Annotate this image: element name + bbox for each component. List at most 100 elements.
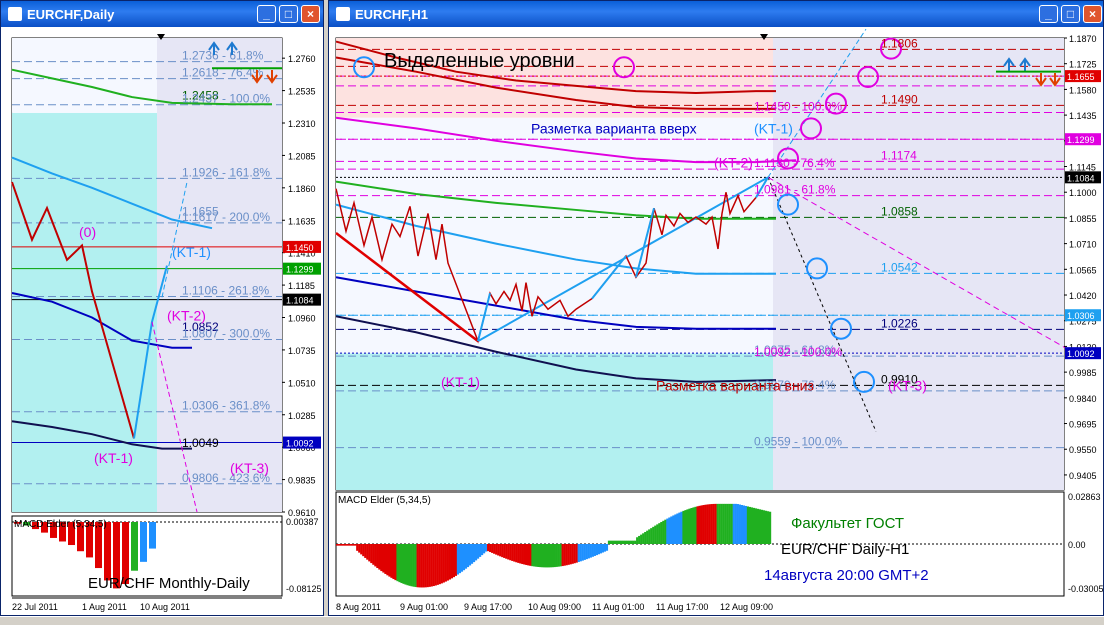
daily-window-title: EURCHF,Daily	[27, 7, 115, 22]
y-tick-label: 1.1725	[1069, 60, 1097, 70]
macd-bar	[523, 544, 526, 565]
macd-bar	[458, 544, 462, 574]
macd-bar	[660, 521, 663, 544]
macd-bar	[704, 504, 707, 544]
macd-bar	[680, 511, 683, 544]
x-tick-label: 11 Aug 17:00	[656, 602, 708, 612]
macd-bar	[599, 544, 603, 554]
macd-bar	[390, 544, 393, 578]
x-tick-label: 9 Aug 17:00	[464, 602, 512, 612]
macd-bar	[630, 540, 633, 544]
macd-bar	[400, 544, 403, 584]
chart-caption: EUR/CHF Monthly-Daily	[88, 575, 250, 592]
macd-bar	[626, 540, 629, 544]
macd-bar	[716, 503, 719, 544]
macd-bar	[585, 544, 588, 560]
macd-bar	[740, 505, 743, 544]
x-tick-label: 10 Aug 09:00	[528, 602, 581, 612]
macd-bar	[722, 503, 725, 544]
macd-bar	[551, 544, 554, 568]
macd-bar	[503, 544, 506, 558]
macd-bar	[726, 503, 729, 544]
macd-bar	[360, 544, 363, 555]
annotation-label: Выделенные уровни	[384, 50, 575, 72]
macd-bar	[380, 544, 383, 572]
y-tick-label: 1.0855	[1069, 214, 1097, 224]
macd-bar	[541, 544, 544, 568]
macd-bar	[668, 517, 671, 544]
daily-chart[interactable]: 1.2736 - 61.8%1.2618 - 76.4%1.24581.2437…	[1, 28, 323, 616]
macd-bar	[364, 544, 367, 558]
macd-bar	[583, 544, 586, 560]
macd-bar	[428, 544, 431, 587]
macd-bar	[336, 544, 339, 546]
macd-bar	[748, 506, 752, 544]
h1-window[interactable]: EURCHF,H1 _ □ × 1.1806 1.1450 - 100.0% 1.1…	[328, 0, 1104, 616]
y-tick-label: 0.9840	[1069, 394, 1097, 404]
chart-zone	[157, 38, 282, 512]
macd-bar	[511, 544, 514, 561]
close-button[interactable]: ×	[1083, 5, 1102, 23]
macd-bar	[521, 544, 524, 565]
macd-bar	[388, 544, 391, 577]
macd-bar	[418, 544, 421, 588]
macd-bar	[690, 507, 693, 544]
y-tick-label: 1.0510	[288, 378, 316, 388]
y-tick-label: 1.2085	[288, 151, 316, 161]
price-tag-label: 1.1299	[1067, 135, 1095, 145]
y-tick-label: 1.0710	[1069, 240, 1097, 250]
close-button[interactable]: ×	[301, 5, 320, 23]
minimize-button[interactable]: _	[1039, 5, 1058, 23]
price-tag-label: 1.0092	[1067, 349, 1095, 359]
macd-bar	[559, 544, 562, 567]
macd-bar	[535, 544, 538, 567]
macd-bar	[694, 506, 697, 544]
chart-zone	[12, 38, 157, 113]
caption-date: 14августа 20:00 GMT+2	[764, 567, 929, 584]
daily-titlebar[interactable]: EURCHF,Daily _ □ ×	[1, 1, 323, 27]
y-tick-label: 1.0565	[1069, 265, 1097, 275]
price-tag-label: 1.1655	[1067, 72, 1095, 82]
level-label: 1.2437 - 100.0%	[182, 92, 270, 106]
macd-bar	[652, 526, 655, 544]
macd-bar	[386, 544, 389, 576]
level-label: 1.1806	[881, 36, 918, 50]
macd-bar	[493, 544, 496, 554]
h1-titlebar[interactable]: EURCHF,H1 _ □ ×	[329, 1, 1103, 27]
macd-bar	[412, 544, 415, 587]
annotation-label: (KT-3)	[230, 460, 269, 476]
macd-bar	[758, 509, 762, 544]
macd-bar	[638, 535, 641, 544]
minimize-button[interactable]: _	[257, 5, 276, 23]
caption-pair: EUR/CHF Daily-H1	[781, 541, 909, 558]
annotation-label: Разметка варианта вниз	[656, 378, 814, 394]
daily-window[interactable]: EURCHF,Daily _ □ × 1.2736 - 61.8% 1.2618 …	[0, 0, 324, 616]
y-tick-label: 0.9550	[1069, 445, 1097, 455]
maximize-button[interactable]: □	[1061, 5, 1080, 23]
macd-bar	[581, 544, 584, 561]
level-label: 1.0858	[881, 204, 918, 218]
macd-bar	[573, 544, 576, 564]
macd-tick-label: -0.03005	[1068, 584, 1103, 594]
y-tick-label: 1.0735	[288, 346, 316, 356]
macd-bar	[670, 516, 673, 544]
y-tick-label: 1.2310	[288, 119, 316, 129]
h1-chart[interactable]: 1.1806 1.1450 - 100.0% 1.1490 1.1174 1.1130 …	[329, 28, 1103, 616]
level-label: 1.1130 - 76.4%	[754, 156, 835, 170]
y-tick-label: 1.1145	[1069, 163, 1096, 173]
y-tick-label: 1.1185	[288, 281, 315, 291]
macd-bar	[682, 510, 685, 544]
macd-bar	[384, 544, 387, 574]
macd-bar	[591, 544, 594, 557]
macd-bar	[648, 529, 651, 544]
macd-tick-label: 0.00387	[286, 517, 319, 527]
macd-bar	[688, 508, 691, 544]
macd-bar	[398, 544, 401, 583]
maximize-button[interactable]: □	[279, 5, 298, 23]
macd-bar	[603, 544, 607, 552]
macd-bar	[370, 544, 373, 564]
macd-bar	[450, 544, 453, 579]
macd-bar	[619, 540, 623, 544]
macd-bar	[476, 544, 480, 559]
price-tag-label: 1.0306	[1067, 311, 1095, 321]
